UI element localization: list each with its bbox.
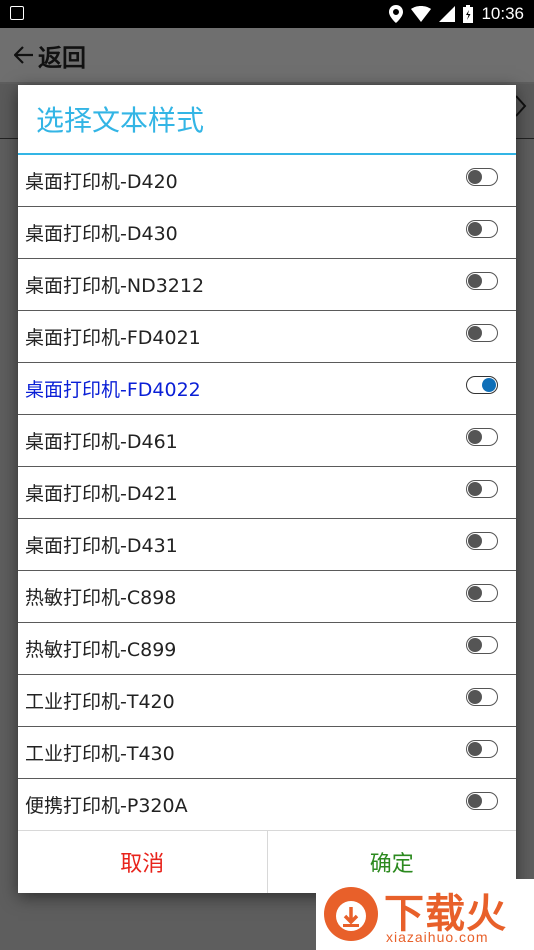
cancel-button[interactable]: 取消 <box>18 831 268 893</box>
list-item-label: 工业打印机-T420 <box>25 691 175 713</box>
toggle-knob <box>468 586 482 600</box>
list-item-label: 桌面打印机-FD4022 <box>25 379 201 401</box>
toggle-knob <box>468 170 482 184</box>
list-item[interactable]: 工业打印机-T430 <box>18 727 516 779</box>
toggle-switch[interactable] <box>466 792 498 810</box>
clock: 10:36 <box>481 4 524 23</box>
list-item[interactable]: 桌面打印机-D421 <box>18 467 516 519</box>
text-style-dialog: 选择文本样式 桌面打印机-D420 桌面打印机-D430 桌面打印机-ND321… <box>18 85 516 893</box>
list-item-label: 桌面打印机-D420 <box>25 171 178 193</box>
list-item-label: 便携打印机-P320A <box>25 795 188 817</box>
toggle-knob <box>482 378 496 392</box>
list-item-label: 桌面打印机-D421 <box>25 483 178 505</box>
dialog-title: 选择文本样式 <box>18 85 516 155</box>
toggle-knob <box>468 794 482 808</box>
list-item-label: 桌面打印机-D430 <box>25 223 178 245</box>
list-item[interactable]: 桌面打印机-FD4022 <box>18 363 516 415</box>
toggle-switch[interactable] <box>466 532 498 550</box>
back-button[interactable]: 返回 <box>14 36 86 74</box>
battery-icon <box>463 5 474 23</box>
list-item[interactable]: 桌面打印机-ND3212 <box>18 259 516 311</box>
app-bar: 返回 <box>0 28 534 82</box>
toggle-switch[interactable] <box>466 428 498 446</box>
list-item[interactable]: 工业打印机-T420 <box>18 675 516 727</box>
toggle-knob <box>468 274 482 288</box>
back-arrow-icon <box>14 46 33 64</box>
printer-list: 桌面打印机-D420 桌面打印机-D430 桌面打印机-ND3212 桌面打印机… <box>18 155 516 831</box>
list-item[interactable]: 便携打印机-P320A <box>18 779 516 831</box>
download-logo-icon <box>324 887 378 941</box>
list-item-label: 热敏打印机-C899 <box>25 639 177 661</box>
wifi-icon <box>411 6 432 22</box>
toggle-knob <box>468 222 482 236</box>
location-icon <box>389 5 404 23</box>
toggle-switch[interactable] <box>466 168 498 186</box>
list-item[interactable]: 桌面打印机-D420 <box>18 155 516 207</box>
signal-icon <box>439 6 456 22</box>
status-icons: 10:36 <box>389 2 524 26</box>
app-notification-icon <box>10 6 24 20</box>
toggle-knob <box>468 482 482 496</box>
list-item-label: 热敏打印机-C898 <box>25 587 177 609</box>
list-item[interactable]: 桌面打印机-FD4021 <box>18 311 516 363</box>
toggle-switch[interactable] <box>466 324 498 342</box>
toggle-switch[interactable] <box>466 480 498 498</box>
toggle-knob <box>468 638 482 652</box>
toggle-knob <box>468 534 482 548</box>
toggle-knob <box>468 326 482 340</box>
list-item[interactable]: 桌面打印机-D431 <box>18 519 516 571</box>
list-item[interactable]: 桌面打印机-D430 <box>18 207 516 259</box>
list-item-label: 桌面打印机-D461 <box>25 431 178 453</box>
toggle-switch[interactable] <box>466 584 498 602</box>
toggle-knob <box>468 742 482 756</box>
list-item[interactable]: 热敏打印机-C899 <box>18 623 516 675</box>
list-item[interactable]: 桌面打印机-D461 <box>18 415 516 467</box>
watermark-url: xiazaihuo.com <box>386 929 489 945</box>
toggle-knob <box>468 690 482 704</box>
list-item-label: 桌面打印机-FD4021 <box>25 327 201 349</box>
back-label: 返回 <box>38 43 86 72</box>
toggle-switch[interactable] <box>466 688 498 706</box>
chevron-right-icon <box>515 95 527 117</box>
list-item[interactable]: 热敏打印机-C898 <box>18 571 516 623</box>
toggle-switch[interactable] <box>466 740 498 758</box>
list-item-label: 桌面打印机-D431 <box>25 535 178 557</box>
toggle-switch[interactable] <box>466 376 498 394</box>
list-item-label: 桌面打印机-ND3212 <box>25 275 205 297</box>
list-item-label: 工业打印机-T430 <box>25 743 175 765</box>
toggle-switch[interactable] <box>466 272 498 290</box>
status-bar: 10:36 <box>0 0 534 28</box>
watermark: 下载火 xiazaihuo.com <box>316 879 534 950</box>
toggle-switch[interactable] <box>466 636 498 654</box>
toggle-switch[interactable] <box>466 220 498 238</box>
toggle-knob <box>468 430 482 444</box>
